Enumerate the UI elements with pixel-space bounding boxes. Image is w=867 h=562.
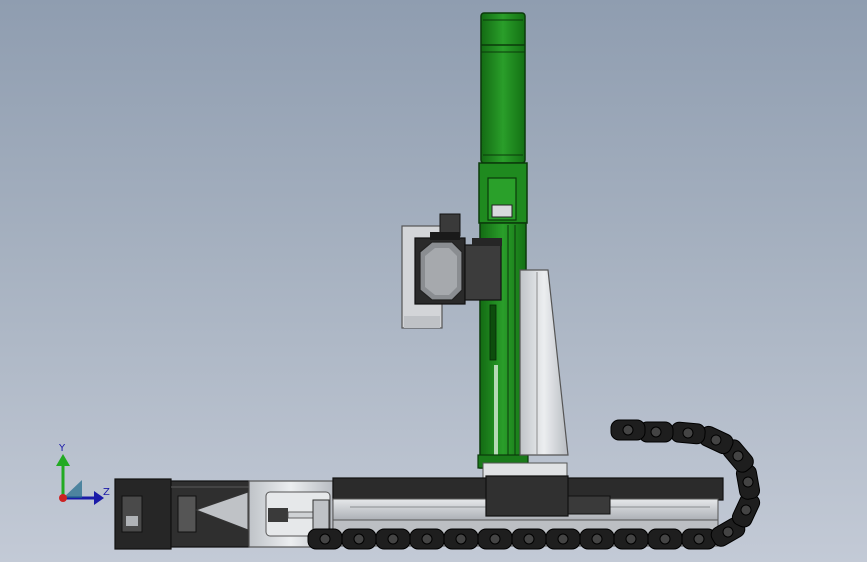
chain-link <box>613 528 649 550</box>
chain-link <box>307 528 343 550</box>
triad-origin <box>59 494 67 502</box>
chain-link <box>647 528 683 550</box>
z-axis-label: Z <box>103 487 110 498</box>
chain-link <box>670 421 706 445</box>
vertical-motor[interactable] <box>480 12 526 164</box>
chain-link <box>409 528 445 550</box>
chain-link <box>341 528 377 550</box>
y-axis-label: Y <box>59 443 66 454</box>
chain-link <box>610 419 646 441</box>
chain-link <box>579 528 615 550</box>
axis-triad <box>56 454 104 505</box>
chain-link <box>477 528 513 550</box>
assembly-model[interactable] <box>0 0 867 562</box>
chain-link <box>681 528 717 550</box>
chain-link <box>443 528 479 550</box>
chain-link <box>511 528 547 550</box>
cad-viewport[interactable]: Y Z <box>0 0 867 562</box>
chain-link <box>375 528 411 550</box>
chain-link <box>545 528 581 550</box>
